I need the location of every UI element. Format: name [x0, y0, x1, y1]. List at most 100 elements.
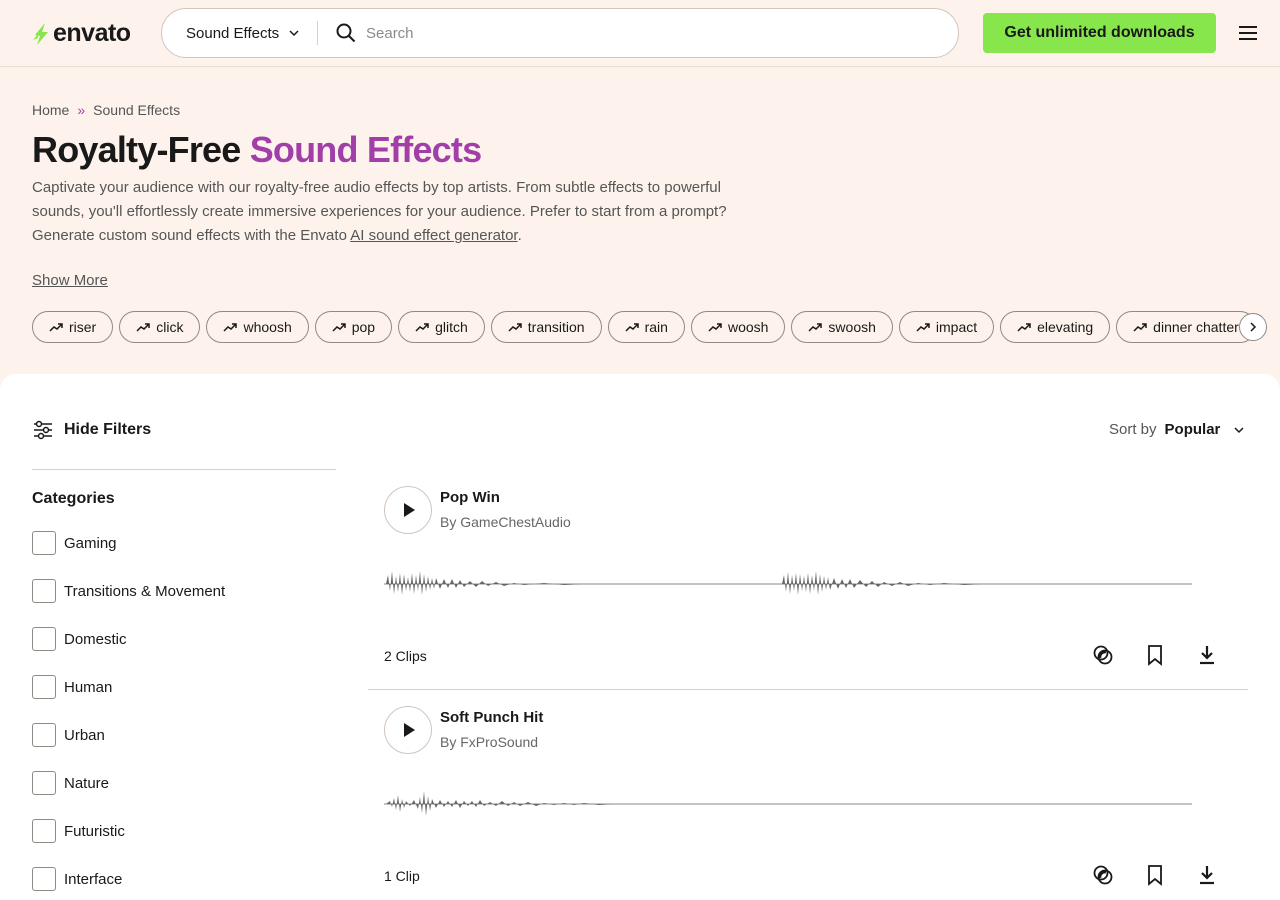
breadcrumb-separator: »: [77, 102, 86, 118]
sort-label: Sort by: [1109, 421, 1157, 438]
track-actions: [1092, 644, 1218, 666]
track-author[interactable]: By GameChestAudio: [440, 514, 571, 530]
download-icon[interactable]: [1196, 864, 1218, 886]
tag-swoosh[interactable]: swoosh: [791, 311, 893, 343]
tag-dinner-chatter[interactable]: dinner chatter: [1116, 311, 1256, 343]
category-label: Nature: [64, 774, 110, 792]
breadcrumb: Home » Sound Effects: [32, 102, 180, 118]
track-item: Soft Punch Hit By FxProSound 1 Clip: [368, 706, 1248, 900]
category-nature[interactable]: Nature: [32, 771, 109, 795]
tag-label: transition: [527, 319, 585, 335]
tag-whoosh[interactable]: whoosh: [206, 311, 309, 343]
category-human[interactable]: Human: [32, 675, 112, 699]
hamburger-menu-icon[interactable]: [1238, 24, 1258, 42]
download-icon[interactable]: [1196, 644, 1218, 666]
tag-label: dinner chatter: [1153, 319, 1239, 335]
category-checkbox[interactable]: [32, 867, 56, 891]
get-unlimited-downloads-button[interactable]: Get unlimited downloads: [983, 13, 1216, 53]
waveform[interactable]: [384, 561, 1192, 607]
track-title[interactable]: Soft Punch Hit: [440, 709, 543, 726]
trending-up-icon: [916, 323, 930, 332]
category-transitions-movement[interactable]: Transitions & Movement: [32, 579, 225, 603]
hide-filters-button[interactable]: Hide Filters: [32, 420, 151, 440]
chevron-right-icon: [1250, 322, 1257, 332]
logo-text: envato: [53, 19, 131, 47]
search-category-dropdown[interactable]: Sound Effects: [162, 25, 317, 42]
play-icon: [404, 503, 415, 517]
category-checkbox[interactable]: [32, 819, 56, 843]
category-domestic[interactable]: Domestic: [32, 627, 127, 651]
sort-value: Popular: [1164, 421, 1221, 438]
find-similar-icon[interactable]: [1092, 864, 1114, 886]
search-category-label: Sound Effects: [186, 24, 280, 42]
category-futuristic[interactable]: Futuristic: [32, 819, 125, 843]
hide-filters-label: Hide Filters: [64, 421, 152, 438]
search-divider: [317, 21, 318, 45]
tag-transition[interactable]: transition: [490, 311, 602, 343]
tag-click[interactable]: click: [119, 311, 201, 343]
category-label: Domestic: [64, 630, 127, 648]
page-description: Captivate your audience with our royalty…: [32, 176, 732, 248]
show-more-link[interactable]: Show More: [32, 272, 108, 289]
page-title-accent: Sound Effects: [249, 129, 482, 170]
tag-impact[interactable]: impact: [898, 311, 995, 343]
trending-up-icon: [708, 323, 722, 332]
tag-label: impact: [935, 319, 978, 335]
track-actions: [1092, 864, 1218, 886]
find-similar-icon[interactable]: [1092, 644, 1114, 666]
top-header: envato Sound Effects Get unlimited downl…: [0, 0, 1280, 67]
trending-up-icon: [508, 323, 522, 332]
chevron-down-icon: [1234, 426, 1244, 433]
tag-label: swoosh: [828, 319, 876, 335]
category-gaming[interactable]: Gaming: [32, 531, 117, 555]
tag-riser[interactable]: riser: [32, 311, 114, 343]
search-input[interactable]: [366, 24, 926, 42]
tag-label: whoosh: [243, 319, 292, 335]
tag-label: riser: [69, 319, 97, 335]
category-label: Interface: [64, 870, 123, 888]
breadcrumb-home[interactable]: Home: [32, 102, 69, 118]
envato-logo[interactable]: envato: [32, 19, 131, 48]
category-checkbox[interactable]: [32, 627, 56, 651]
tag-pop[interactable]: pop: [314, 311, 393, 343]
clip-count: 1 Clip: [384, 868, 420, 884]
trending-up-icon: [332, 323, 346, 332]
play-button[interactable]: [384, 706, 432, 754]
trending-up-icon: [625, 323, 639, 332]
search-icon[interactable]: [336, 23, 356, 43]
category-checkbox[interactable]: [32, 531, 56, 555]
category-checkbox[interactable]: [32, 723, 56, 747]
category-interface[interactable]: Interface: [32, 867, 122, 891]
category-checkbox[interactable]: [32, 579, 56, 603]
tag-label: rain: [644, 319, 668, 335]
breadcrumb-current[interactable]: Sound Effects: [93, 102, 180, 118]
category-checkbox[interactable]: [32, 675, 56, 699]
play-button[interactable]: [384, 486, 432, 534]
tag-woosh[interactable]: woosh: [690, 311, 786, 343]
trending-up-icon: [1017, 323, 1031, 332]
track-author[interactable]: By FxProSound: [440, 734, 538, 750]
description-end: .: [517, 227, 522, 244]
track-title[interactable]: Pop Win: [440, 489, 500, 506]
tag-label: elevating: [1037, 319, 1094, 335]
sort-dropdown[interactable]: Sort by Popular: [1109, 421, 1244, 438]
tag-label: pop: [351, 319, 376, 335]
ai-generator-link[interactable]: AI sound effect generator: [350, 227, 517, 244]
category-label: Urban: [64, 726, 105, 744]
bookmark-icon[interactable]: [1144, 864, 1166, 886]
tags-scroll-next-button[interactable]: [1239, 313, 1267, 341]
tag-rain[interactable]: rain: [607, 311, 685, 343]
track-divider: [368, 689, 1248, 690]
waveform[interactable]: [384, 781, 1192, 827]
category-checkbox[interactable]: [32, 771, 56, 795]
search-bar: Sound Effects: [161, 8, 959, 58]
category-urban[interactable]: Urban: [32, 723, 105, 747]
tag-glitch[interactable]: glitch: [398, 311, 485, 343]
category-label: Gaming: [64, 534, 117, 552]
trending-up-icon: [136, 323, 150, 332]
bookmark-icon[interactable]: [1144, 644, 1166, 666]
trending-up-icon: [415, 323, 429, 332]
tag-elevating[interactable]: elevating: [1000, 311, 1111, 343]
trending-up-icon: [49, 323, 63, 332]
page-title: Royalty-Free Sound Effects: [32, 129, 482, 171]
